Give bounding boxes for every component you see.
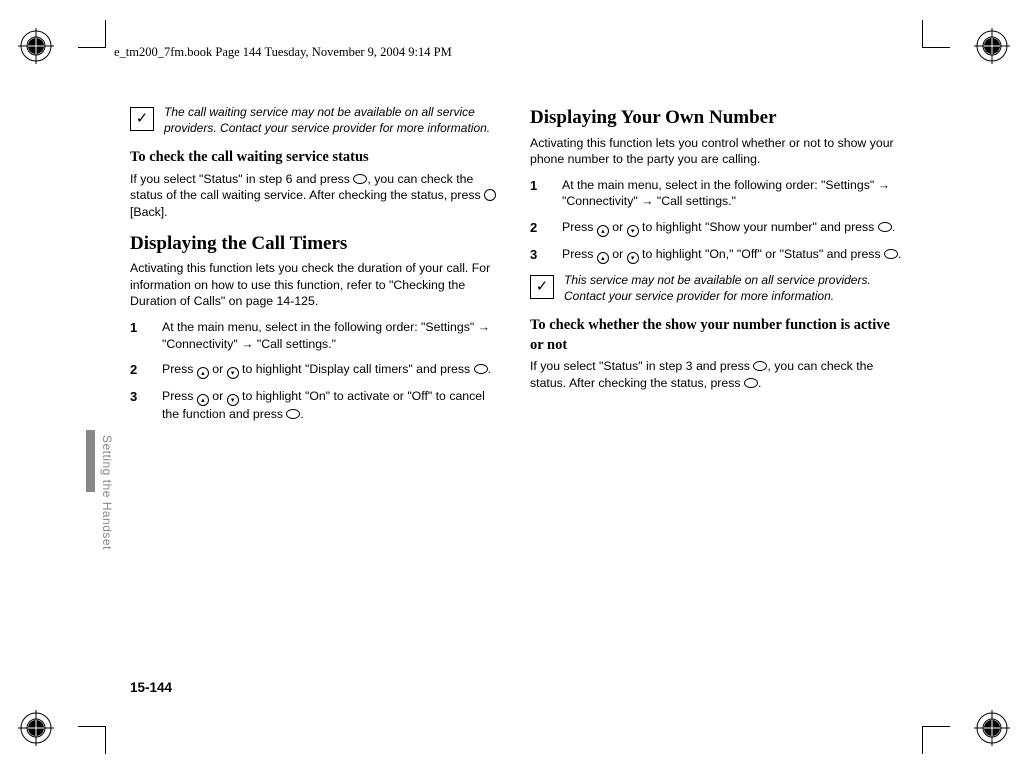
text-fragment: [Back]. xyxy=(130,205,168,219)
text-fragment: to highlight "Display call timers" and p… xyxy=(239,362,474,376)
up-button-icon: ▴ xyxy=(197,367,209,379)
down-button-icon: ▾ xyxy=(227,394,239,406)
step-item: 3 Press ▴ or ▾ to highlight "On," "Off" … xyxy=(530,246,902,264)
heading: Displaying the Call Timers xyxy=(130,231,502,257)
text-fragment: to highlight "On," "Off" or "Status" and… xyxy=(639,247,884,261)
softkey-button-icon xyxy=(484,189,496,201)
step-text: Press ▴ or ▾ to highlight "Display call … xyxy=(162,361,502,379)
text-fragment: If you select "Status" in step 6 and pre… xyxy=(130,172,353,186)
text-fragment: . xyxy=(898,247,901,261)
step-number: 3 xyxy=(530,246,548,264)
step-number: 2 xyxy=(530,219,548,237)
text-fragment: to highlight "Show your number" and pres… xyxy=(639,220,878,234)
section-tab xyxy=(86,430,95,492)
body-paragraph: Activating this function lets you contro… xyxy=(530,135,902,168)
text-fragment: or xyxy=(209,362,227,376)
center-button-icon xyxy=(744,378,758,388)
info-note: ✓ This service may not be available on a… xyxy=(530,273,902,304)
step-number: 2 xyxy=(130,361,148,379)
text-fragment: or xyxy=(209,389,227,403)
text-fragment: Press xyxy=(162,389,197,403)
text-fragment: or xyxy=(609,220,627,234)
page-number: 15-144 xyxy=(130,680,172,695)
checkmark-icon: ✓ xyxy=(530,275,554,299)
registration-mark-icon xyxy=(974,28,1010,64)
registration-mark-icon xyxy=(18,710,54,746)
center-button-icon xyxy=(884,249,898,259)
step-text: Press ▴ or ▾ to highlight "Show your num… xyxy=(562,219,902,237)
step-item: 3 Press ▴ or ▾ to highlight "On" to acti… xyxy=(130,388,502,423)
registration-mark-icon xyxy=(974,710,1010,746)
up-button-icon: ▴ xyxy=(597,252,609,264)
text-fragment: Press xyxy=(162,362,197,376)
step-text: Press ▴ or ▾ to highlight "On," "Off" or… xyxy=(562,246,902,264)
subheading: To check whether the show your number fu… xyxy=(530,316,902,355)
text-fragment: . xyxy=(300,407,303,421)
step-number: 1 xyxy=(130,319,148,352)
step-text: Press ▴ or ▾ to highlight "On" to activa… xyxy=(162,388,502,423)
step-item: 1 At the main menu, select in the follow… xyxy=(530,177,902,210)
step-text: At the main menu, select in the followin… xyxy=(162,319,502,352)
down-button-icon: ▾ xyxy=(627,252,639,264)
crop-mark-icon xyxy=(922,726,950,754)
step-text: At the main menu, select in the followin… xyxy=(562,177,902,210)
crop-mark-icon xyxy=(78,20,106,48)
text-fragment: . xyxy=(488,362,491,376)
body-paragraph: If you select "Status" in step 3 and pre… xyxy=(530,358,902,391)
down-button-icon: ▾ xyxy=(227,367,239,379)
text-fragment: or xyxy=(609,247,627,261)
step-item: 2 Press ▴ or ▾ to highlight "Show your n… xyxy=(530,219,902,237)
center-button-icon xyxy=(474,364,488,374)
center-button-icon xyxy=(286,409,300,419)
center-button-icon xyxy=(353,174,367,184)
heading: Displaying Your Own Number xyxy=(530,105,902,131)
text-fragment: . xyxy=(758,376,761,390)
document-header: e_tm200_7fm.book Page 144 Tuesday, Novem… xyxy=(114,45,452,60)
crop-mark-icon xyxy=(922,20,950,48)
up-button-icon: ▴ xyxy=(597,225,609,237)
body-paragraph: Activating this function lets you check … xyxy=(130,260,502,310)
step-number: 3 xyxy=(130,388,148,423)
up-button-icon: ▴ xyxy=(197,394,209,406)
crop-mark-icon xyxy=(78,726,106,754)
column-right: Displaying Your Own Number Activating th… xyxy=(530,105,902,432)
note-text: This service may not be available on all… xyxy=(564,273,902,304)
registration-mark-icon xyxy=(18,28,54,64)
step-item: 1 At the main menu, select in the follow… xyxy=(130,319,502,352)
section-label: Setting the Handset xyxy=(100,435,114,550)
note-text: The call waiting service may not be avai… xyxy=(164,105,502,136)
down-button-icon: ▾ xyxy=(627,225,639,237)
column-left: ✓ The call waiting service may not be av… xyxy=(130,105,502,432)
text-fragment: Press xyxy=(562,247,597,261)
center-button-icon xyxy=(878,222,892,232)
info-note: ✓ The call waiting service may not be av… xyxy=(130,105,502,136)
text-fragment: If you select "Status" in step 3 and pre… xyxy=(530,359,753,373)
page-content: Setting the Handset ✓ The call waiting s… xyxy=(130,105,902,725)
step-item: 2 Press ▴ or ▾ to highlight "Display cal… xyxy=(130,361,502,379)
text-fragment: . xyxy=(892,220,895,234)
body-paragraph: If you select "Status" in step 6 and pre… xyxy=(130,171,502,221)
text-fragment: Press xyxy=(562,220,597,234)
center-button-icon xyxy=(753,361,767,371)
checkmark-icon: ✓ xyxy=(130,107,154,131)
step-number: 1 xyxy=(530,177,548,210)
subheading: To check the call waiting service status xyxy=(130,148,502,168)
